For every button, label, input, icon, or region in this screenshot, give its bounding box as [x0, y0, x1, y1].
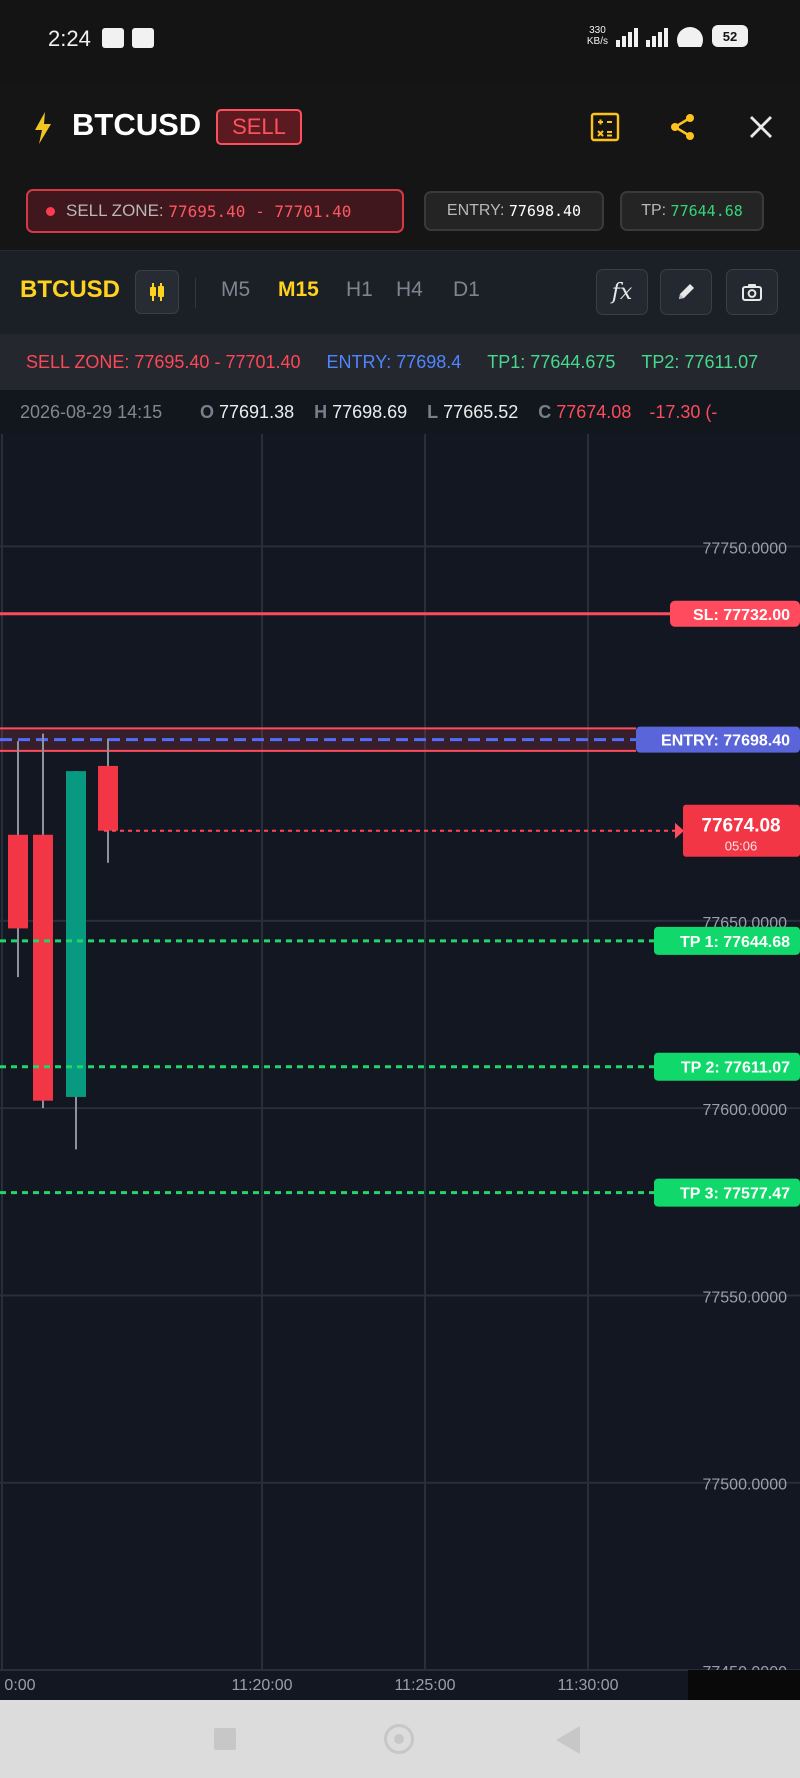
close-label: C	[538, 401, 552, 422]
entry-chip: ENTRY: 77698.40	[424, 191, 604, 231]
candle-body	[8, 834, 28, 929]
take-profit-label: TP 3: 77577.47	[680, 1186, 790, 1203]
close-icon	[750, 116, 772, 138]
high-value: 77698.69	[332, 401, 408, 422]
entry-value: 77698.40	[508, 202, 582, 220]
candle-countdown: 05:06	[725, 839, 758, 854]
strip-tp2: TP2: 77611.07	[641, 351, 759, 372]
sell-badge: SELL	[216, 109, 302, 145]
notification-icon	[102, 28, 124, 48]
close-value: 77674.08	[556, 401, 632, 422]
y-axis-tick-label: 77550.0000	[702, 1289, 787, 1306]
draw-button[interactable]	[660, 269, 712, 315]
tab-m15[interactable]: M15	[278, 278, 319, 302]
low-label: L	[427, 401, 439, 422]
sell-zone-chip: SELL ZONE: 77695.40 - 77701.40	[26, 189, 404, 233]
tab-h4[interactable]: H4	[396, 278, 423, 302]
entry-level-label: ENTRY: 77698.40	[661, 733, 790, 750]
chart-symbol: BTCUSD	[20, 276, 120, 303]
close-button[interactable]	[738, 104, 784, 150]
y-axis-tick-label: 77600.0000	[702, 1102, 787, 1119]
x-axis-tick-label: 11:20:00	[231, 1677, 292, 1694]
chart-type-button[interactable]	[135, 270, 179, 314]
screenshot-button[interactable]	[726, 269, 778, 315]
axis-corner	[688, 1670, 800, 1700]
take-profit-label: TP 1: 77644.68	[680, 934, 790, 951]
low-value: 77665.52	[443, 401, 519, 422]
app-header: BTCUSD SELL	[0, 82, 800, 177]
open-label: O	[200, 401, 215, 422]
high-label: H	[314, 401, 328, 422]
status-right-icons: 330 KB/s 52	[587, 25, 748, 47]
tp-value: 77644.68	[670, 202, 743, 220]
system-navigation-bar	[0, 1700, 800, 1778]
tab-h1[interactable]: H1	[346, 278, 373, 302]
calculator-button[interactable]	[582, 104, 628, 150]
current-price-label: 77674.08	[701, 816, 780, 837]
y-axis-tick-label: 77750.0000	[702, 540, 787, 557]
current-price-arrow	[675, 822, 684, 839]
candle-body	[33, 834, 53, 1101]
signal-icon	[646, 25, 668, 47]
signal-levels-strip: SELL ZONE: 77695.40 - 77701.40 ENTRY: 77…	[0, 334, 800, 390]
network-speed: 330 KB/s	[587, 25, 608, 47]
take-profit-label: TP 2: 77611.07	[681, 1060, 790, 1077]
y-axis-tick-label: 77500.0000	[702, 1477, 787, 1494]
share-button[interactable]	[660, 104, 706, 150]
fx-icon: fx	[611, 279, 633, 305]
entry-label: ENTRY:	[446, 202, 505, 219]
signal-summary-row: SELL ZONE: 77695.40 - 77701.40 ENTRY: 77…	[0, 177, 800, 250]
status-time: 2:24	[48, 26, 91, 51]
sell-zone-value: 77695.40 - 77701.40	[168, 201, 352, 221]
tab-d1[interactable]: D1	[453, 278, 480, 302]
status-left-icons	[102, 28, 154, 48]
calculator-icon	[590, 112, 620, 142]
indicators-button[interactable]: fx	[596, 269, 648, 315]
share-icon	[671, 114, 694, 140]
header-symbol: BTCUSD	[72, 107, 202, 142]
stop-loss-label: SL: 77732.00	[693, 607, 790, 624]
change-value: -17.30 (-	[649, 401, 718, 422]
camera-icon	[742, 284, 762, 301]
strip-tp1: TP1: 77644.675	[487, 351, 616, 372]
x-axis-tick-label: 0:00	[4, 1677, 35, 1694]
candlestick-chart[interactable]: 77750.000077650.000077600.000077550.0000…	[0, 434, 800, 1700]
candle-body	[98, 765, 118, 831]
zone-dot-icon	[46, 206, 55, 216]
recent-apps-icon[interactable]	[214, 1728, 236, 1750]
ohlc-row: 2026-08-29 14:15 O 77691.38 H 77698.69 L…	[0, 390, 800, 434]
network-speed-unit: KB/s	[586, 36, 608, 47]
wifi-icon	[676, 25, 704, 47]
bar-datetime: 2026-08-29 14:15	[20, 401, 163, 422]
price-chart[interactable]: 77750.0000 77650.0000 77600.0000 77550.0000…	[0, 434, 800, 1700]
signal-icon	[616, 25, 638, 47]
toolbar-divider	[195, 278, 196, 308]
tp-label: TP:	[641, 202, 667, 219]
candle-body	[66, 771, 86, 1097]
x-axis-tick-label: 11:30:00	[557, 1677, 618, 1694]
tab-m5[interactable]: M5	[221, 278, 250, 302]
open-value: 77691.38	[219, 401, 295, 422]
tp-chip: TP: 77644.68	[620, 191, 764, 231]
sim-icon	[132, 28, 154, 48]
network-speed-value: 330	[589, 25, 606, 36]
strip-entry: ENTRY: 77698.4	[326, 351, 462, 372]
strip-sell-zone: SELL ZONE: 77695.40 - 77701.40	[26, 351, 301, 372]
x-axis-tick-label: 11:25:00	[394, 1677, 455, 1694]
candles-icon	[150, 283, 164, 301]
pencil-icon	[679, 284, 694, 299]
bolt-icon	[35, 112, 51, 144]
status-bar: 2:24 330 KB/s 52	[0, 0, 800, 82]
home-icon[interactable]	[384, 1724, 414, 1754]
back-icon[interactable]	[556, 1726, 580, 1754]
sell-zone-label: SELL ZONE:	[66, 201, 164, 220]
chart-toolbar: BTCUSD M5 M15 H1 H4 D1 fx	[0, 250, 800, 334]
battery-icon: 52	[712, 25, 748, 47]
